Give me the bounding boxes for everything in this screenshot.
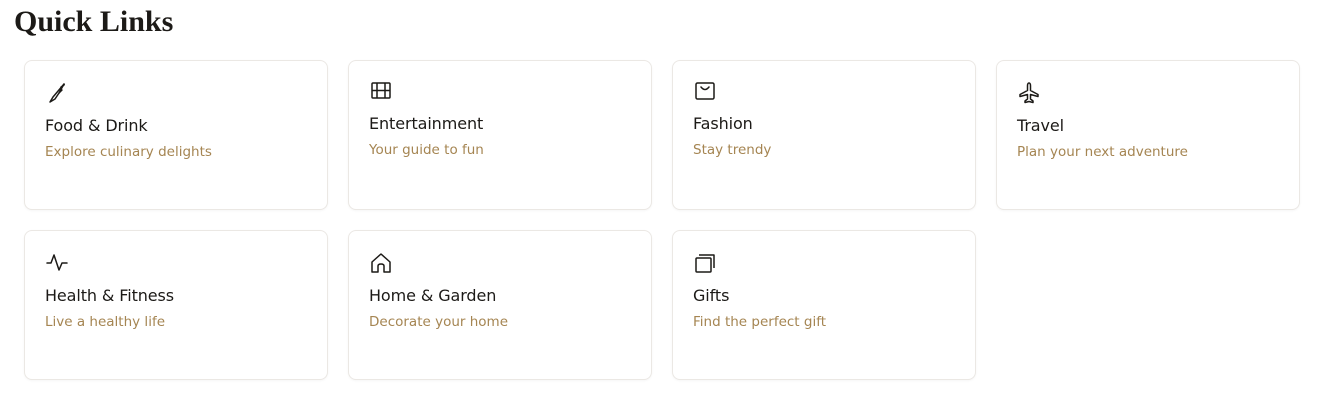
- quick-link-card-gifts[interactable]: Gifts Find the perfect gift: [672, 230, 976, 380]
- quick-link-card-health-fitness[interactable]: Health & Fitness Live a healthy life: [24, 230, 328, 380]
- shopping-bag-icon: [693, 79, 717, 103]
- card-description: Stay trendy: [693, 142, 772, 158]
- card-title: Health & Fitness: [45, 286, 175, 305]
- quick-link-card-fashion[interactable]: Fashion Stay trendy: [672, 60, 976, 210]
- film-icon: [369, 79, 393, 103]
- quick-link-card-food-drink[interactable]: Food & Drink Explore culinary delights: [24, 60, 328, 210]
- card-description: Decorate your home: [369, 314, 509, 330]
- card-title: Gifts: [693, 286, 730, 305]
- quick-links-grid: Food & Drink Explore culinary delights E…: [24, 60, 1300, 380]
- card-description: Find the perfect gift: [693, 314, 827, 330]
- airplane-icon: [1017, 81, 1041, 105]
- page-title: Quick Links: [14, 5, 174, 38]
- card-description: Explore culinary delights: [45, 144, 212, 160]
- quick-link-card-home-garden[interactable]: Home & Garden Decorate your home: [348, 230, 652, 380]
- gift-cards-icon: [693, 251, 717, 275]
- card-title: Fashion: [693, 114, 753, 133]
- knife-icon: [45, 81, 69, 105]
- quick-link-card-entertainment[interactable]: Entertainment Your guide to fun: [348, 60, 652, 210]
- card-description: Live a healthy life: [45, 314, 165, 330]
- quick-link-card-travel[interactable]: Travel Plan your next adventure: [996, 60, 1300, 210]
- card-title: Entertainment: [369, 114, 484, 133]
- home-icon: [369, 251, 393, 275]
- card-title: Travel: [1017, 116, 1064, 135]
- card-description: Your guide to fun: [369, 142, 484, 158]
- activity-icon: [45, 251, 69, 275]
- card-title: Food & Drink: [45, 116, 148, 135]
- card-title: Home & Garden: [369, 286, 497, 305]
- card-description: Plan your next adventure: [1017, 144, 1188, 160]
